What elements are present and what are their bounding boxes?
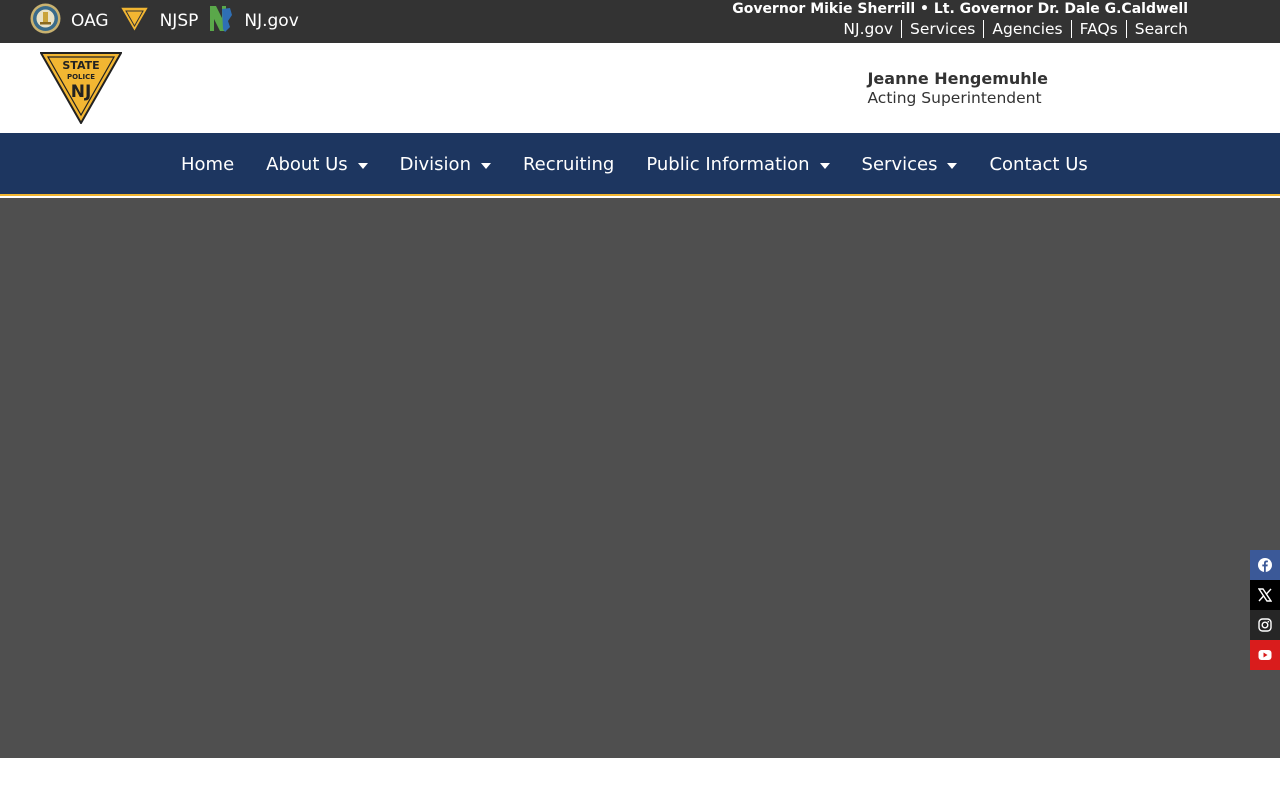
utility-nav: NJ.gov Services Agencies FAQs Search [732,20,1188,38]
njgov-link[interactable]: NJ.gov [208,5,299,38]
nav-recruiting[interactable]: Recruiting [507,154,630,175]
nav-home-label: Home [181,154,235,175]
nav-contact-us[interactable]: Contact Us [973,154,1103,175]
main-nav-list: Home About Us Division Recruiting Public… [165,133,1104,196]
oag-link[interactable]: OAG [30,3,109,39]
svg-text:POLICE: POLICE [67,73,95,81]
njsp-link-label: NJSP [159,11,199,31]
nav-about-us[interactable]: About Us [250,154,384,175]
governor-line: Governor Mikie Sherrill • Lt. Governor D… [732,1,1188,17]
njsp-badge-icon [118,5,150,38]
superintendent-title: Acting Superintendent [867,89,1042,107]
nav-public-information[interactable]: Public Information [630,154,845,175]
caret-down-icon [357,162,368,169]
nav-services[interactable]: Services [846,154,974,175]
nj-state-icon [208,5,234,38]
youtube-link[interactable] [1250,640,1280,670]
superintendent-block: Jeanne Hengemuhle Acting Superintendent [867,69,1048,108]
top-bar: OAG NJSP NJ.gov Governor Mikie Sherrill … [0,0,1280,43]
superintendent-name: Jeanne Hengemuhle [867,69,1048,88]
nav-about-us-label: About Us [266,154,348,175]
facebook-icon [1258,558,1272,572]
util-link-njgov[interactable]: NJ.gov [835,20,901,38]
nav-services-label: Services [861,154,938,175]
instagram-icon [1258,618,1272,632]
njsp-logo[interactable]: STATE POLICE NJ [39,52,123,128]
main-nav: Home About Us Division Recruiting Public… [0,133,1280,196]
nav-public-information-label: Public Information [646,154,810,175]
njsp-logo-icon: STATE POLICE NJ [39,52,123,126]
x-icon [1258,588,1272,602]
facebook-link[interactable] [1250,550,1280,580]
nav-division-label: Division [399,154,471,175]
njgov-link-label: NJ.gov [244,11,299,31]
util-link-faqs[interactable]: FAQs [1070,20,1126,38]
instagram-link[interactable] [1250,610,1280,640]
caret-down-icon [819,162,830,169]
caret-down-icon [480,162,491,169]
svg-text:STATE: STATE [62,59,99,72]
site-header: STATE POLICE NJ Jeanne Hengemuhle Acting… [0,43,1280,133]
hero-banner [0,198,1280,758]
util-link-services[interactable]: Services [901,20,983,38]
agency-links: OAG NJSP NJ.gov [30,3,309,39]
caret-down-icon [947,162,958,169]
nav-recruiting-label: Recruiting [522,154,615,175]
nav-contact-us-label: Contact Us [989,154,1088,175]
x-link[interactable] [1250,580,1280,610]
youtube-icon [1258,650,1272,660]
njsp-link[interactable]: NJSP [118,5,199,38]
social-sidebar [1250,550,1280,670]
util-link-agencies[interactable]: Agencies [983,20,1070,38]
svg-text:NJ: NJ [71,82,92,102]
nav-home[interactable]: Home [165,154,250,175]
state-info: Governor Mikie Sherrill • Lt. Governor D… [732,0,1188,38]
oag-link-label: OAG [71,11,109,31]
oag-seal-icon [30,3,61,39]
util-link-search[interactable]: Search [1125,20,1188,38]
nav-division[interactable]: Division [384,154,507,175]
